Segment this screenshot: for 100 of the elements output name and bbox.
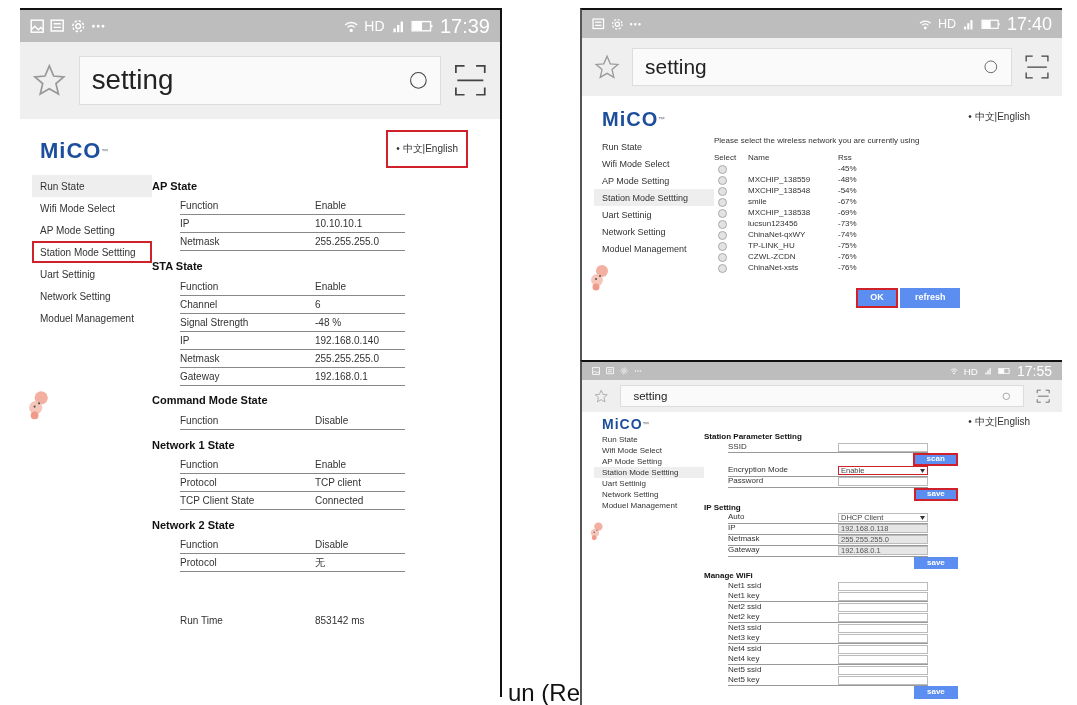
nav-item[interactable]: AP Mode Setting xyxy=(594,456,704,467)
field-label: Encryption Mode xyxy=(728,466,790,476)
row-value: -48 % xyxy=(315,316,343,328)
nav-item[interactable]: Uart Settinig xyxy=(32,263,152,285)
radio-button[interactable] xyxy=(718,198,727,207)
nav-item[interactable]: Network Setting xyxy=(594,223,714,240)
message-icon xyxy=(592,17,605,31)
signal-value: -69% xyxy=(838,209,858,218)
input-field[interactable] xyxy=(838,442,928,452)
nav-item[interactable]: Station Mode Settting xyxy=(32,241,152,263)
radio-button[interactable] xyxy=(718,253,727,262)
field-label: Password xyxy=(728,477,765,487)
input-field[interactable] xyxy=(838,591,928,601)
row-value: 255.255.255.0 xyxy=(315,352,380,364)
column-header: Name xyxy=(748,154,771,163)
radio-button[interactable] xyxy=(718,231,727,240)
row-value: TCP client xyxy=(315,477,362,489)
field-label: SSID xyxy=(728,442,748,452)
nav-item[interactable]: Moduel Management xyxy=(32,307,152,329)
row-label: Function xyxy=(180,280,220,292)
signal-value: -74% xyxy=(838,231,858,240)
field-label: Auto xyxy=(728,513,746,522)
star-icon xyxy=(594,53,621,81)
nav-item[interactable]: Run State xyxy=(594,434,704,445)
row-value: Enable xyxy=(315,459,348,471)
signal-value: -54% xyxy=(838,187,858,196)
battery-icon xyxy=(980,17,1001,31)
nav-item[interactable]: Run State xyxy=(32,175,152,197)
row-label: Function xyxy=(180,414,220,426)
section-title: Manage WiFi xyxy=(704,571,754,581)
nav-item[interactable]: Station Mode Settting xyxy=(594,189,714,206)
address-bar[interactable]: setting xyxy=(78,55,442,106)
field-label: Net1 ssid xyxy=(728,582,763,591)
address-bar[interactable]: setting xyxy=(632,48,1012,86)
section-title: Network 2 State xyxy=(152,519,236,531)
input-field[interactable] xyxy=(838,623,928,633)
input-field[interactable] xyxy=(838,581,928,591)
scan-icon xyxy=(453,63,488,98)
nav-item[interactable]: Moduel Management xyxy=(594,240,714,257)
language-link[interactable]: • 中文|English xyxy=(968,110,1030,124)
radio-button[interactable] xyxy=(718,187,727,196)
caret-icon xyxy=(920,468,925,473)
mascot-icon xyxy=(590,521,604,541)
nav-item[interactable]: AP Mode Setting xyxy=(32,219,152,241)
row-label: Function xyxy=(180,539,220,551)
input-field[interactable] xyxy=(838,654,928,664)
section-title: STA State xyxy=(152,260,204,273)
section-title: Command Mode State xyxy=(152,394,269,407)
network-name: MXCHIP_138559 xyxy=(748,176,812,185)
input-field[interactable] xyxy=(838,602,928,612)
star-icon xyxy=(32,63,67,98)
radio-button[interactable] xyxy=(718,176,727,185)
row-label: Signal Strength xyxy=(180,316,250,328)
row-value: 255.255.255.0 xyxy=(315,236,380,248)
signal-value: -48% xyxy=(838,176,858,185)
input-field[interactable] xyxy=(838,665,928,675)
input-field[interactable] xyxy=(838,675,928,685)
radio-button[interactable] xyxy=(718,242,727,251)
radio-button[interactable] xyxy=(718,209,727,218)
nav-item[interactable]: Network Setting xyxy=(32,285,152,307)
nav-item[interactable]: Uart Settinig xyxy=(594,478,704,489)
nav-item[interactable]: Wifi Mode Select xyxy=(32,197,152,219)
row-label: Function xyxy=(180,200,220,212)
nav-item[interactable]: Run State xyxy=(594,138,714,155)
nav-item[interactable]: Moduel Management xyxy=(594,500,704,511)
input-field[interactable] xyxy=(838,633,928,643)
row-value: Disable xyxy=(315,539,350,551)
caret-icon xyxy=(920,515,925,520)
row-value: Enable xyxy=(315,200,348,212)
radio-button[interactable] xyxy=(718,165,727,174)
logo: MiCO$^{™}$ xyxy=(601,415,652,434)
nav-item[interactable]: Station Mode Settting xyxy=(594,467,704,478)
scan-icon xyxy=(1035,388,1050,404)
network-name: lucsun123456 xyxy=(748,220,799,229)
nav-item[interactable]: Uart Settinig xyxy=(594,206,714,223)
column-header: Rss xyxy=(838,154,853,163)
nav-item[interactable]: Network Setting xyxy=(594,489,704,500)
network-name: MXCHIP_138538 xyxy=(748,209,812,218)
input-field[interactable] xyxy=(838,477,928,487)
logo: MiCO$^{™}$ xyxy=(601,106,668,132)
address-bar[interactable]: setting xyxy=(620,385,1024,407)
row-value: 10.10.10.1 xyxy=(315,218,364,230)
network-label: HD xyxy=(938,17,957,31)
nav-item[interactable]: Wifi Mode Select xyxy=(594,445,704,456)
logo: MiCO$^{™}$ xyxy=(39,137,111,165)
reload-icon xyxy=(1002,391,1011,401)
row-label: Netmask xyxy=(180,352,221,364)
row-label: Protocol xyxy=(180,477,218,489)
radio-button[interactable] xyxy=(718,264,727,273)
field-label: Net5 key xyxy=(728,676,761,685)
input-field[interactable] xyxy=(838,612,928,622)
input-field[interactable] xyxy=(838,644,928,654)
nav-item[interactable]: Wifi Mode Select xyxy=(594,155,714,172)
nav-item[interactable]: AP Mode Setting xyxy=(594,172,714,189)
signal-icon xyxy=(390,18,405,34)
row-label: Protocol xyxy=(180,557,218,569)
radio-button[interactable] xyxy=(718,220,727,229)
language-link[interactable]: • 中文|English xyxy=(968,415,1030,429)
network-name: ChinaNet-xsts xyxy=(748,264,800,273)
language-link[interactable]: • 中文|English xyxy=(386,130,468,168)
